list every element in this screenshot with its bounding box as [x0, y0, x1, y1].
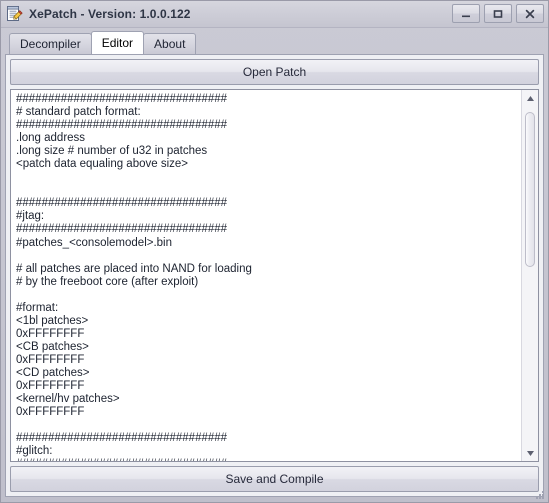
- title-bar: XePatch - Version: 1.0.0.122: [1, 1, 548, 28]
- open-patch-button[interactable]: Open Patch: [10, 59, 539, 85]
- editor-vertical-scrollbar[interactable]: [521, 90, 538, 461]
- tab-editor[interactable]: Editor: [90, 31, 145, 54]
- minimize-button[interactable]: [452, 4, 480, 23]
- window-title: XePatch - Version: 1.0.0.122: [29, 7, 191, 21]
- patch-text-editor[interactable]: ################################# # stan…: [10, 89, 539, 462]
- patch-text-content[interactable]: ################################# # stan…: [11, 90, 521, 461]
- scrollbar-track[interactable]: [522, 106, 538, 445]
- scroll-down-icon: [526, 450, 534, 456]
- tab-strip: Decompiler Editor About: [1, 28, 548, 54]
- tab-about[interactable]: About: [143, 33, 197, 54]
- scroll-down-button[interactable]: [522, 445, 538, 461]
- editor-tab-panel: Open Patch #############################…: [5, 54, 544, 497]
- save-and-compile-button[interactable]: Save and Compile: [10, 466, 539, 492]
- tab-decompiler-label: Decompiler: [20, 37, 81, 51]
- application-window: XePatch - Version: 1.0.0.122 Decompiler: [0, 0, 549, 503]
- close-icon: [525, 9, 535, 18]
- scroll-up-icon: [526, 95, 534, 101]
- close-button[interactable]: [516, 4, 544, 23]
- notepad-pencil-icon: [6, 5, 24, 23]
- save-and-compile-label: Save and Compile: [225, 472, 324, 486]
- maximize-icon: [493, 9, 503, 18]
- scroll-up-button[interactable]: [522, 90, 538, 106]
- open-patch-label: Open Patch: [242, 65, 307, 79]
- scrollbar-thumb[interactable]: [525, 112, 535, 267]
- maximize-button[interactable]: [484, 4, 512, 23]
- resize-grip[interactable]: [534, 488, 546, 500]
- window-controls: [452, 4, 544, 23]
- tab-decompiler[interactable]: Decompiler: [9, 33, 92, 54]
- tab-editor-label: Editor: [101, 36, 134, 50]
- minimize-icon: [462, 15, 470, 17]
- tab-about-label: About: [154, 37, 186, 51]
